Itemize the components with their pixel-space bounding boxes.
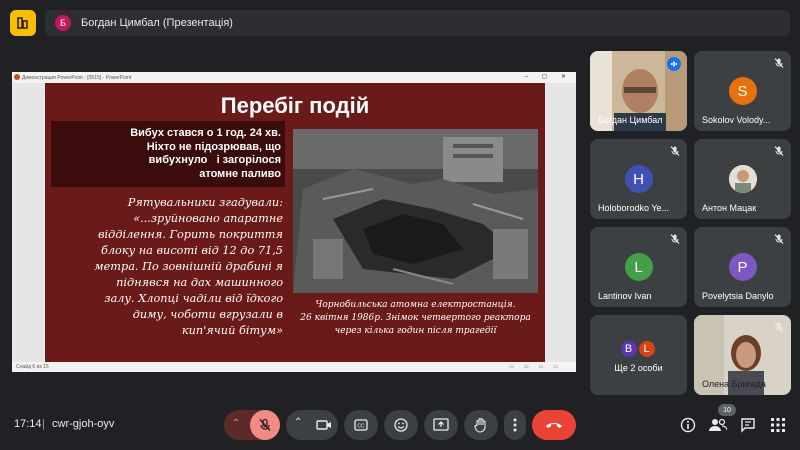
more-participants-tile[interactable]: B L Ще 2 особи bbox=[590, 315, 687, 395]
camera-toggle-button[interactable] bbox=[310, 410, 338, 440]
view-icons[interactable]: ▭▭▭▭ bbox=[509, 362, 568, 372]
end-call-icon bbox=[546, 423, 562, 428]
presentation-header: Б Богдан Цимбал (Презентація) bbox=[45, 10, 790, 36]
info-icon bbox=[680, 417, 696, 433]
mic-off-icon bbox=[259, 418, 271, 431]
mic-off-icon bbox=[774, 58, 784, 68]
quote-line: залу. Хлопці чаділи від їдкого bbox=[104, 292, 283, 305]
end-call-button[interactable] bbox=[532, 410, 576, 440]
apps-grid-icon bbox=[771, 418, 785, 432]
shared-screen: Демонстрация PowerPoint - [0515] - Power… bbox=[12, 72, 576, 372]
avatar: H bbox=[624, 165, 653, 193]
caption-line: Чорнобильська атомна електростанція. bbox=[315, 300, 516, 310]
more-avatars: B L bbox=[618, 339, 663, 361]
avatar-photo bbox=[728, 165, 757, 193]
more-vert-icon bbox=[513, 418, 517, 432]
quote-line: «...зруйновано апаратне bbox=[133, 212, 283, 225]
participant-name: Sokolov Volody... bbox=[702, 115, 771, 125]
powerpoint-window-title: Демонстрация PowerPoint - [0515] - Power… bbox=[22, 74, 132, 81]
chat-icon bbox=[741, 418, 755, 433]
participant-tile[interactable]: Богдан Цимбал bbox=[590, 51, 687, 131]
quote-line: метра. По зовнішній драбині я bbox=[94, 260, 283, 273]
quote-line: диму, чоботи вгрузали в bbox=[132, 308, 283, 321]
slide-quote: Рятувальники згадували: «...зруйновано а… bbox=[51, 195, 283, 339]
chat-button[interactable] bbox=[739, 416, 757, 434]
participant-name: Богдан Цимбал bbox=[598, 115, 663, 125]
slide: Перебіг подій Вибух стався о 1 год. 24 х… bbox=[45, 83, 545, 362]
mic-off-icon bbox=[670, 234, 680, 244]
present-screen-icon bbox=[433, 418, 449, 431]
mic-off-icon bbox=[774, 234, 784, 244]
avatar: L bbox=[624, 253, 653, 281]
powerpoint-icon bbox=[14, 74, 20, 80]
speaking-indicator-icon bbox=[667, 57, 681, 71]
presenter-avatar: Б bbox=[55, 15, 71, 31]
present-button[interactable] bbox=[424, 410, 458, 440]
powerpoint-titlebar: Демонстрация PowerPoint - [0515] - Power… bbox=[12, 72, 576, 83]
avatar: S bbox=[728, 77, 757, 105]
window-controls: – ▢ ✕ bbox=[524, 74, 572, 80]
quote-line: блоку на висоті від 12 до 71,5 bbox=[100, 244, 283, 257]
participant-tile[interactable]: L Lantinov Ivan bbox=[590, 227, 687, 307]
mic-toggle-button[interactable] bbox=[250, 410, 280, 440]
participant-name: Антон Мацак bbox=[702, 203, 757, 213]
participant-tile[interactable]: Олена Бригада bbox=[694, 315, 791, 395]
clock: 17:14 bbox=[14, 418, 42, 430]
activities-button[interactable] bbox=[769, 416, 787, 434]
people-icon bbox=[709, 418, 727, 431]
participant-name: Ще 2 особи bbox=[614, 363, 663, 373]
box-line: Вибух стався о 1 год. 24 хв. bbox=[130, 127, 281, 139]
present-icon[interactable] bbox=[10, 10, 36, 36]
slide-title: Перебіг подій bbox=[220, 93, 370, 118]
reactions-button[interactable] bbox=[384, 410, 418, 440]
avatar: L bbox=[636, 339, 657, 359]
mic-off-icon bbox=[670, 146, 680, 156]
slide-area: Перебіг подій Вибух стався о 1 год. 24 х… bbox=[12, 83, 576, 362]
emoji-icon bbox=[394, 418, 408, 432]
participant-name: Holoborodko Ye... bbox=[598, 203, 670, 213]
participant-tile[interactable]: H Holoborodko Ye... bbox=[590, 139, 687, 219]
mic-off-icon bbox=[774, 322, 784, 332]
photo-caption: Чорнобильська атомна електростанція. 26 … bbox=[293, 299, 538, 338]
box-line: атомне паливо bbox=[199, 167, 281, 180]
caption-line: 26 квітня 1986р. Знімок четвертого реакт… bbox=[300, 313, 531, 323]
svg-text:CC: CC bbox=[357, 424, 365, 430]
participant-tile[interactable]: P Povelytsia Danylo bbox=[694, 227, 791, 307]
box-line: Ніхто не підозрював, що bbox=[146, 140, 281, 153]
camera-icon bbox=[316, 420, 331, 430]
participant-tile[interactable]: S Sokolov Volody... bbox=[694, 51, 791, 131]
participant-name: Povelytsia Danylo bbox=[702, 291, 774, 301]
quote-line: Рятувальники згадували: bbox=[127, 196, 283, 209]
quote-line: відділення. Горить покриття bbox=[97, 228, 283, 241]
chevron-up-icon[interactable]: ⌃ bbox=[232, 418, 240, 429]
people-count-badge: 10 bbox=[718, 404, 736, 416]
quote-line: кип'ячий бітум» bbox=[181, 324, 283, 337]
raise-hand-button[interactable] bbox=[464, 410, 498, 440]
avatar: P bbox=[728, 253, 757, 281]
meeting-details-button[interactable] bbox=[679, 416, 697, 434]
slide-counter: Слайд 6 из 15 bbox=[16, 364, 49, 370]
captions-icon: CC bbox=[354, 419, 368, 431]
captions-button[interactable]: CC bbox=[344, 410, 378, 440]
slide-highlight-box: Вибух стався о 1 год. 24 хв. Ніхто не пі… bbox=[51, 121, 285, 187]
mic-off-icon bbox=[774, 146, 784, 156]
meeting-code[interactable]: cwr-gjoh-oyv bbox=[52, 418, 114, 430]
camera-control-group: ⌃ bbox=[286, 410, 338, 440]
participant-name: Олена Бригада bbox=[702, 379, 766, 389]
reactor-photo bbox=[293, 129, 538, 293]
participant-tile[interactable]: Антон Мацак bbox=[694, 139, 791, 219]
people-button[interactable] bbox=[709, 416, 727, 434]
participant-name: Lantinov Ivan bbox=[598, 291, 652, 301]
powerpoint-statusbar: Слайд 6 из 15 ▭▭▭▭ bbox=[12, 362, 576, 372]
caption-line: через кілька годин після трагедії bbox=[334, 326, 497, 336]
avatar: B bbox=[618, 339, 639, 359]
presentation-title: Богдан Цимбал (Презентація) bbox=[81, 17, 233, 29]
separator: | bbox=[42, 418, 45, 430]
mic-control-group: ⌃ bbox=[224, 410, 280, 440]
box-line: вибухнуло і загорілося bbox=[148, 154, 281, 166]
hand-icon bbox=[474, 417, 486, 433]
quote-line: піднявся на дах машинного bbox=[116, 276, 283, 289]
chevron-up-icon[interactable]: ⌃ bbox=[294, 417, 302, 428]
more-options-button[interactable] bbox=[504, 410, 526, 440]
